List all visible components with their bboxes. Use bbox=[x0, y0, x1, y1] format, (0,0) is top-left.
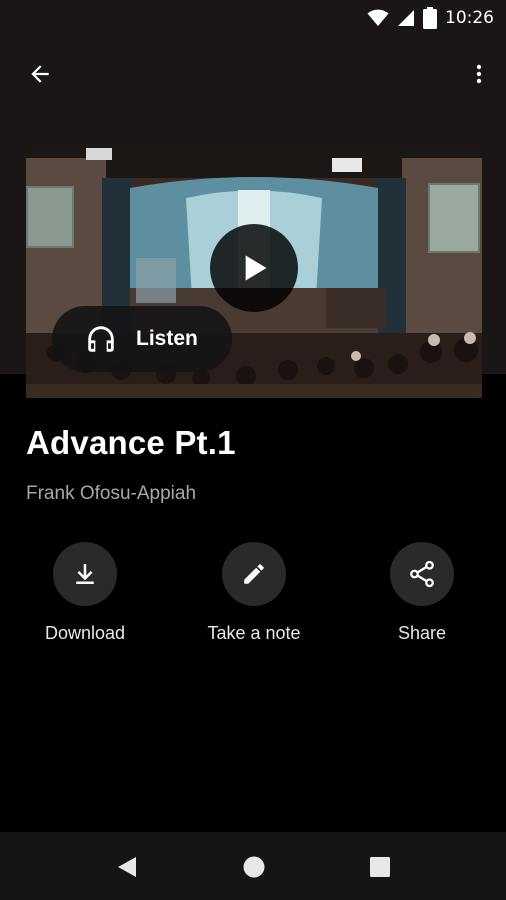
more-options-button[interactable] bbox=[464, 52, 494, 96]
more-vert-icon bbox=[476, 64, 482, 84]
nav-recents-icon bbox=[370, 857, 390, 877]
system-nav-bar bbox=[0, 832, 506, 900]
share-button[interactable]: Share bbox=[342, 542, 502, 644]
share-icon bbox=[410, 560, 434, 588]
nav-back-icon bbox=[118, 857, 136, 877]
download-label: Download bbox=[44, 623, 126, 643]
take-a-note-label: Take a note bbox=[207, 623, 301, 643]
headphones-icon bbox=[88, 326, 114, 352]
download-button[interactable]: Download bbox=[5, 542, 165, 644]
nav-recents-button[interactable] bbox=[365, 852, 395, 882]
status-bar: 10:26 bbox=[0, 0, 506, 36]
sermon-title: Advance Pt.1 bbox=[26, 424, 236, 461]
play-button[interactable] bbox=[210, 224, 298, 312]
play-icon bbox=[245, 255, 267, 281]
pencil-icon bbox=[244, 564, 264, 584]
app-bar bbox=[0, 50, 506, 98]
wifi-icon bbox=[367, 9, 389, 26]
share-label: Share bbox=[397, 623, 447, 643]
video-thumbnail[interactable]: Listen bbox=[26, 138, 482, 398]
battery-icon bbox=[423, 7, 437, 29]
listen-label: Listen bbox=[136, 327, 198, 350]
back-button[interactable] bbox=[18, 52, 62, 96]
listen-button[interactable]: Listen bbox=[52, 306, 232, 372]
status-time: 10:26 bbox=[445, 8, 494, 28]
note-circle bbox=[222, 542, 286, 606]
nav-home-button[interactable] bbox=[239, 852, 269, 882]
nav-back-button[interactable] bbox=[112, 852, 142, 882]
download-circle bbox=[53, 542, 117, 606]
take-a-note-button[interactable]: Take a note bbox=[174, 542, 334, 644]
cell-signal-icon bbox=[398, 10, 414, 26]
download-icon bbox=[76, 564, 94, 584]
arrow-back-icon bbox=[31, 65, 49, 83]
sermon-author: Frank Ofosu-Appiah bbox=[26, 483, 197, 504]
nav-home-icon bbox=[243, 856, 265, 878]
share-circle bbox=[390, 542, 454, 606]
